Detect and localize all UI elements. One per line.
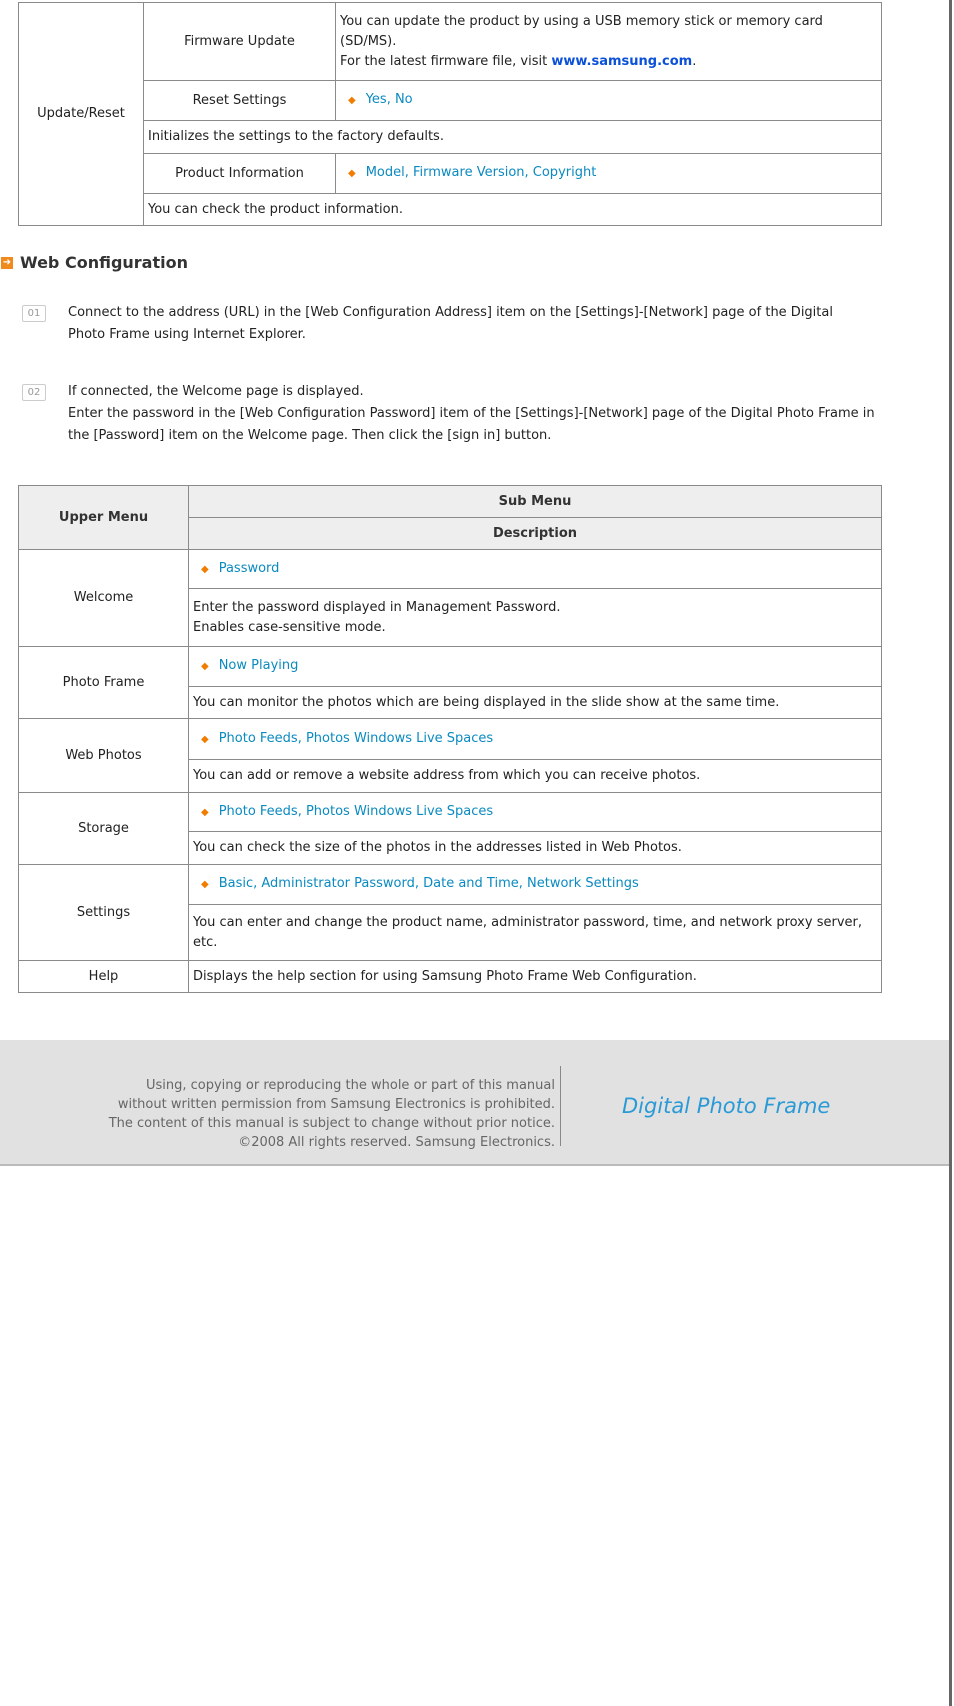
step-number-badge: 02 <box>22 384 46 401</box>
section-heading: ➜ Web Configuration <box>1 253 188 272</box>
desc-line: For the latest firmware file, visit www.… <box>340 52 877 72</box>
reset-description: Initializes the settings to the factory … <box>143 120 882 154</box>
copyright-line: ©2008 All rights reserved. Samsung Elect… <box>238 1135 555 1150</box>
diamond-bullet-icon: ◆ <box>348 168 356 179</box>
product-info-label: Product Information <box>143 153 336 194</box>
options-text: Model, Firmware Version, Copyright <box>365 165 597 180</box>
sub-menu-text: Photo Feeds, Photos Windows Live Spaces <box>218 803 494 819</box>
sub-menu-cell: ◆ Photo Feeds, Photos Windows Live Spaces <box>188 718 882 760</box>
reset-options: ◆ Yes, No <box>335 80 882 121</box>
diamond-bullet-icon: ◆ <box>201 661 209 672</box>
scrollbar[interactable] <box>949 0 952 1706</box>
copyright-line: Using, copying or reproducing the whole … <box>145 1078 555 1093</box>
firmware-label: Firmware Update <box>143 2 336 81</box>
sub-menu-text: Basic, Administrator Password, Date and … <box>218 876 639 891</box>
desc-line: You can update the product by using a US… <box>340 13 823 29</box>
desc-text: For the latest firmware file, visit <box>340 53 552 69</box>
group-cell: Update/Reset <box>18 2 144 226</box>
sub-menu-text: Password <box>218 560 280 576</box>
sub-menu-cell: ◆ Password <box>188 549 882 589</box>
copyright-line: without written permission from Samsung … <box>117 1097 555 1112</box>
samsung-link[interactable]: www.samsung.com <box>551 54 692 69</box>
header-upper-menu: Upper Menu <box>18 485 189 550</box>
step-text: If connected, the Welcome page is displa… <box>68 381 918 447</box>
sub-menu-cell: ◆ Now Playing <box>188 646 882 687</box>
sub-menu-cell: ◆ Basic, Administrator Password, Date and… <box>188 864 882 905</box>
menu-photo-frame: Photo Frame <box>18 646 189 719</box>
footer-divider <box>560 1066 561 1146</box>
desc-line: (SD/MS). <box>340 33 397 49</box>
step-01: 01 Connect to the address (URL) in the [… <box>22 302 833 342</box>
step-line: the [Password] item on the Welcome page.… <box>68 428 552 443</box>
description-cell: You can monitor the photos which are bei… <box>188 686 882 719</box>
product-logo: Digital Photo Frame <box>622 1094 831 1118</box>
copyright-notice: Using, copying or reproducing the whole … <box>109 1076 555 1152</box>
desc-line: You can enter and change the product nam… <box>193 914 862 930</box>
header-sub-menu: Sub Menu <box>188 485 882 518</box>
step-line: Connect to the address (URL) in the [Web… <box>68 305 833 320</box>
product-info-options: ◆ Model, Firmware Version, Copyright <box>335 153 882 194</box>
description-cell: Displays the help section for using Sams… <box>188 960 882 993</box>
update-reset-table: Update/Reset Firmware Update You can upd… <box>18 2 882 226</box>
menu-welcome: Welcome <box>18 549 189 647</box>
menu-help: Help <box>18 960 189 993</box>
description-cell: You can enter and change the product nam… <box>188 904 882 961</box>
step-text: Connect to the address (URL) in the [Web… <box>68 302 918 346</box>
diamond-bullet-icon: ◆ <box>201 733 209 745</box>
sub-menu-text: Photo Feeds, Photos Windows Live Spaces <box>218 730 494 746</box>
sub-menu-text: Now Playing <box>218 658 299 673</box>
product-info-description: You can check the product information. <box>143 193 882 226</box>
diamond-bullet-icon: ◆ <box>348 95 356 106</box>
desc-line: etc. <box>193 934 218 950</box>
desc-text: . <box>692 53 697 69</box>
diamond-bullet-icon: ◆ <box>201 806 209 818</box>
diamond-bullet-icon: ◆ <box>201 879 209 890</box>
arrow-right-icon: ➜ <box>1 256 13 269</box>
sub-menu-cell: ◆ Photo Feeds, Photos Windows Live Spaces <box>188 792 882 832</box>
web-config-menu-table: Upper Menu Sub Menu Description Welcome … <box>18 485 882 993</box>
firmware-description: You can update the product by using a US… <box>335 2 882 81</box>
description-cell: You can add or remove a website address … <box>188 759 882 793</box>
step-line: Photo Frame using Internet Explorer. <box>68 327 306 342</box>
section-title: Web Configuration <box>20 253 188 272</box>
step-line: Enter the password in the [Web Configura… <box>68 406 875 421</box>
menu-settings: Settings <box>18 864 189 961</box>
menu-web-photos: Web Photos <box>18 718 189 793</box>
step-number-badge: 01 <box>22 305 46 322</box>
diamond-bullet-icon: ◆ <box>201 563 209 575</box>
reset-label: Reset Settings <box>143 80 336 121</box>
desc-line: Enables case-sensitive mode. <box>193 619 386 635</box>
step-line: If connected, the Welcome page is displa… <box>68 384 364 399</box>
description-cell: You can check the size of the photos in … <box>188 831 882 865</box>
options-text: Yes, No <box>365 92 413 107</box>
step-02: 02 If connected, the Welcome page is dis… <box>22 381 875 443</box>
copyright-line: The content of this manual is subject to… <box>108 1116 555 1131</box>
menu-storage: Storage <box>18 792 189 865</box>
footer: Using, copying or reproducing the whole … <box>0 1040 950 1166</box>
description-cell: Enter the password displayed in Manageme… <box>188 588 882 647</box>
header-description: Description <box>188 517 882 550</box>
desc-line: Enter the password displayed in Manageme… <box>193 599 561 615</box>
